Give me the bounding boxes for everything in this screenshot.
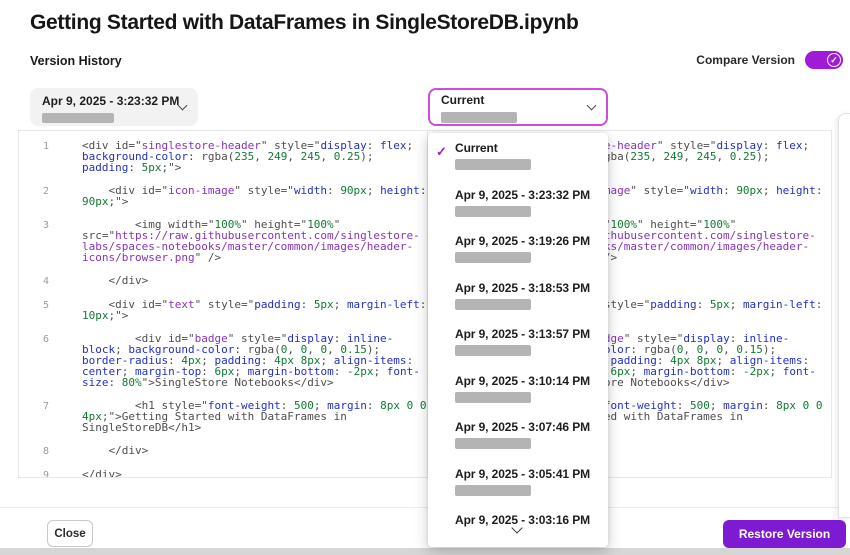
line-number: 4 [19,275,49,287]
author-placeholder-bar [455,485,531,496]
code-line: 5 <div id="text" style="padding: 5px; ma… [19,299,427,321]
restore-version-button[interactable]: Restore Version [723,520,846,548]
line-number: 6 [19,333,49,388]
code-line: 3 <img width="100%" height="100%" src="h… [19,219,427,263]
author-placeholder-bar [455,392,531,403]
page-bottom-strip [0,548,850,555]
author-placeholder-bar [455,159,531,170]
version-menu-item-label: Apr 9, 2025 - 3:23:32 PM [455,188,608,202]
code-line: 1<div id="singlestore-header" style="dis… [19,140,427,173]
compare-version-group: Compare Version ✓ [696,51,843,69]
version-select-right[interactable]: Current [428,88,608,126]
line-number: 2 [19,185,49,207]
page-title: Getting Started with DataFrames in Singl… [30,11,579,35]
code-text: <div id="badge" style="display: inline- … [49,333,420,388]
version-menu-item[interactable]: Apr 9, 2025 - 3:05:41 PM [428,465,608,512]
version-menu-item[interactable]: Apr 9, 2025 - 3:18:53 PM [428,279,608,326]
line-number: 1 [19,140,49,173]
code-text: </div> [49,469,122,477]
code-text: <div id="text" style="padding: 5px; marg… [49,299,426,321]
version-menu-item[interactable]: Apr 9, 2025 - 3:13:57 PM [428,325,608,372]
version-menu-item-label: Apr 9, 2025 - 3:07:46 PM [455,420,608,434]
version-menu-item[interactable]: Apr 9, 2025 - 3:07:46 PM [428,418,608,465]
code-line: 4 </div> [19,275,427,287]
code-text: <img width="100%" height="100%" src="htt… [49,219,420,263]
checkmark-circle-icon: ✓ [827,53,841,67]
author-placeholder-bar [455,438,531,449]
check-icon: ✓ [436,144,447,160]
footer-divider [0,507,850,508]
code-text: </div> [49,445,148,457]
line-number: 9 [19,469,49,477]
line-number: 8 [19,445,49,457]
close-button[interactable]: Close [47,520,93,547]
version-select-left-label: Apr 9, 2025 - 3:23:32 PM [42,94,179,108]
code-pane-left[interactable]: 1<div id="singlestore-header" style="dis… [19,131,428,477]
version-menu-item[interactable]: Apr 9, 2025 - 3:10:14 PM [428,372,608,419]
version-history-label: Version History [30,54,122,68]
version-menu-item-label: Apr 9, 2025 - 3:10:14 PM [455,374,608,388]
author-placeholder-bar [455,252,531,263]
author-placeholder-bar [455,206,531,217]
version-menu-item[interactable]: ✓ Current [428,139,608,186]
version-menu-item-label: Current [455,141,608,155]
line-number: 5 [19,299,49,321]
compare-version-toggle[interactable]: ✓ [805,51,843,69]
line-number: 7 [19,400,49,433]
author-placeholder-bar [455,299,531,310]
diff-editor-card: 1<div id="singlestore-header" style="dis… [18,130,832,478]
line-number: 3 [19,219,49,263]
version-menu-item-label: Apr 9, 2025 - 3:13:57 PM [455,327,608,341]
author-placeholder-bar [441,112,517,123]
version-menu-item-label: Apr 9, 2025 - 3:03:16 PM [455,513,608,527]
version-dropdown-menu: ✓ Current Apr 9, 2025 - 3:23:32 PM Apr 9, 2… [428,133,608,547]
author-placeholder-bar [455,345,531,356]
version-select-right-label: Current [441,93,484,107]
version-menu-item-label: Apr 9, 2025 - 3:05:41 PM [455,467,608,481]
author-placeholder-bar [42,113,114,123]
compare-version-label: Compare Version [696,53,795,67]
code-line: 7 <h1 style="font-weight: 500; margin: 8… [19,400,427,433]
code-text: <div id="singlestore-header" style="disp… [49,140,413,173]
code-line: 2 <div id="icon-image" style="width: 90p… [19,185,427,207]
chevron-down-icon [178,100,188,110]
code-text: </div> [49,275,148,287]
chevron-down-icon [587,100,597,110]
version-menu-item[interactable]: Apr 9, 2025 - 3:23:32 PM [428,186,608,233]
clipped-panel-edge [838,113,850,518]
version-menu-item-label: Apr 9, 2025 - 3:19:26 PM [455,234,608,248]
code-text: <h1 style="font-weight: 500; margin: 8px… [49,400,426,433]
scroll-more-chevron-icon[interactable] [513,519,521,537]
code-text: <div id="icon-image" style="width: 90px;… [49,185,426,207]
code-line: 6 <div id="badge" style="display: inline… [19,333,427,388]
version-menu-item[interactable]: Apr 9, 2025 - 3:19:26 PM [428,232,608,279]
code-line: 8 </div> [19,445,427,457]
version-menu-item-label: Apr 9, 2025 - 3:18:53 PM [455,281,608,295]
code-line: 9</div> [19,469,427,477]
version-select-left[interactable]: Apr 9, 2025 - 3:23:32 PM [30,88,198,126]
